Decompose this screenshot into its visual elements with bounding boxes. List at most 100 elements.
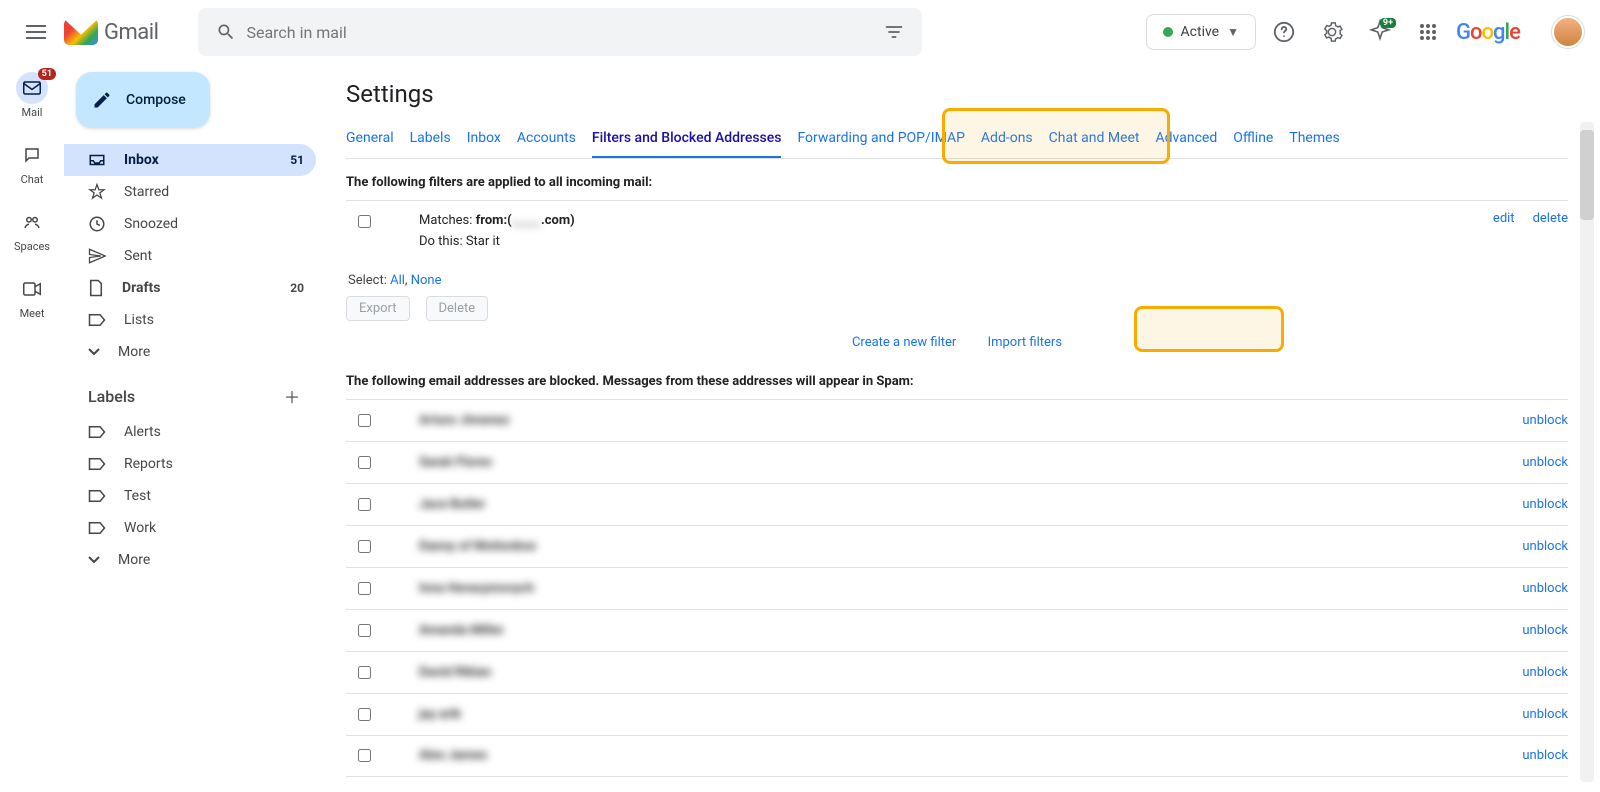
gmail-logo[interactable]: Gmail	[64, 19, 158, 45]
gmail-m-icon	[64, 19, 98, 45]
mail-icon: 51	[16, 72, 48, 104]
rail-chat-label: Chat	[21, 173, 44, 186]
label-more[interactable]: More	[64, 544, 316, 576]
labels-header: Labels ＋	[64, 368, 328, 416]
unblock-link[interactable]: unblock	[1522, 539, 1568, 554]
create-filter-link[interactable]: Create a new filter	[852, 335, 956, 350]
gemini-icon[interactable]: 9+	[1360, 12, 1400, 52]
nav-label: Starred	[124, 184, 169, 200]
unblock-link[interactable]: unblock	[1522, 623, 1568, 638]
filter-checkbox[interactable]	[358, 215, 371, 228]
search-bar[interactable]	[198, 8, 922, 56]
filter-delete-link[interactable]: delete	[1533, 211, 1568, 226]
nav-snoozed[interactable]: Snoozed	[64, 208, 316, 240]
add-label-icon[interactable]: ＋	[280, 384, 304, 408]
label-reports[interactable]: Reports	[64, 448, 316, 480]
tab-inbox[interactable]: Inbox	[467, 120, 501, 158]
rail-chat[interactable]: Chat	[4, 139, 60, 186]
settings-gear-icon[interactable]	[1312, 12, 1352, 52]
app-launcher-icon[interactable]	[1408, 12, 1448, 52]
unblock-link[interactable]: unblock	[1522, 413, 1568, 428]
tab-forwarding-and-pop-imap[interactable]: Forwarding and POP/IMAP	[797, 120, 964, 158]
tab-offline[interactable]: Offline	[1233, 120, 1273, 158]
unblock-link[interactable]: unblock	[1522, 497, 1568, 512]
draft-icon	[88, 279, 104, 297]
label-work[interactable]: Work	[64, 512, 316, 544]
blocked-name: David Riklan	[419, 665, 491, 680]
tab-add-ons[interactable]: Add-ons	[981, 120, 1033, 158]
tab-filters-and-blocked-addresses[interactable]: Filters and Blocked Addresses	[592, 120, 782, 158]
label-alerts[interactable]: Alerts	[64, 416, 316, 448]
search-input[interactable]	[246, 23, 874, 42]
support-icon[interactable]	[1264, 12, 1304, 52]
label-text: Alerts	[124, 424, 161, 440]
nav-label: Drafts	[122, 280, 160, 296]
select-none-link[interactable]: None	[411, 273, 442, 288]
unblock-link[interactable]: unblock	[1522, 665, 1568, 680]
delete-button[interactable]: Delete	[426, 296, 489, 321]
blocked-checkbox[interactable]	[358, 498, 371, 511]
rail-mail[interactable]: 51 Mail	[4, 72, 60, 119]
tab-chat-and-meet[interactable]: Chat and Meet	[1049, 120, 1140, 158]
account-avatar[interactable]	[1552, 16, 1584, 48]
unblock-link[interactable]: unblock	[1522, 748, 1568, 763]
nav-more[interactable]: More	[64, 336, 316, 368]
blocked-name: Jace Butler	[419, 497, 485, 512]
blocked-row: Alex James unblock	[346, 735, 1568, 777]
hamburger-menu-icon[interactable]	[12, 8, 60, 56]
filter-edit-link[interactable]: edit	[1493, 211, 1515, 226]
label-icon	[88, 313, 106, 327]
status-chip[interactable]: Active ▼	[1146, 14, 1256, 50]
clock-icon	[88, 215, 106, 233]
label-icon	[88, 457, 106, 471]
tab-advanced[interactable]: Advanced	[1156, 120, 1218, 158]
blocked-checkbox[interactable]	[358, 540, 371, 553]
blocked-row: Amanda Miller unblock	[346, 609, 1568, 651]
pencil-icon	[92, 90, 112, 110]
blocked-row: jay arik unblock	[346, 693, 1568, 735]
search-options-icon[interactable]	[874, 12, 914, 52]
blocked-checkbox[interactable]	[358, 624, 371, 637]
blocked-row: Sarah Flores unblock	[346, 441, 1568, 483]
google-wordmark: Google	[1456, 20, 1520, 45]
nav-drafts[interactable]: Drafts 20	[64, 272, 316, 304]
blocked-row: Inna Herasymovych unblock	[346, 567, 1568, 609]
tab-labels[interactable]: Labels	[410, 120, 451, 158]
search-icon[interactable]	[206, 12, 246, 52]
blocked-checkbox[interactable]	[358, 749, 371, 762]
settings-title: Settings	[346, 80, 1568, 108]
scrollbar-thumb[interactable]	[1580, 130, 1594, 220]
unblock-link[interactable]: unblock	[1522, 581, 1568, 596]
export-button[interactable]: Export	[346, 296, 410, 321]
blocked-name: Amanda Miller	[419, 623, 504, 638]
unblock-link[interactable]: unblock	[1522, 707, 1568, 722]
tab-general[interactable]: General	[346, 120, 394, 158]
app-rail: 51 Mail Chat Spaces Meet	[0, 64, 64, 792]
label-test[interactable]: Test	[64, 480, 316, 512]
unblock-link[interactable]: unblock	[1522, 455, 1568, 470]
blocked-checkbox[interactable]	[358, 582, 371, 595]
rail-meet-label: Meet	[20, 307, 45, 320]
status-label: Active	[1181, 24, 1220, 40]
scrollbar-track[interactable]	[1580, 122, 1594, 782]
nav-inbox[interactable]: Inbox51	[64, 144, 316, 176]
nav-count: 20	[290, 281, 304, 295]
rail-meet[interactable]: Meet	[4, 273, 60, 320]
nav-sent[interactable]: Sent	[64, 240, 316, 272]
import-filters-link[interactable]: Import filters	[988, 335, 1062, 350]
nav-starred[interactable]: Starred	[64, 176, 316, 208]
tab-accounts[interactable]: Accounts	[517, 120, 576, 158]
label-text: Work	[124, 520, 156, 536]
filter-center-actions: Create a new filter Import filters	[346, 335, 1568, 350]
tab-themes[interactable]: Themes	[1289, 120, 1339, 158]
blocked-checkbox[interactable]	[358, 666, 371, 679]
select-all-link[interactable]: All	[390, 273, 405, 288]
blocked-checkbox[interactable]	[358, 456, 371, 469]
blocked-name: Danny of Motionbox	[419, 539, 536, 554]
rail-spaces[interactable]: Spaces	[4, 206, 60, 253]
blocked-checkbox[interactable]	[358, 414, 371, 427]
blocked-checkbox[interactable]	[358, 708, 371, 721]
nav-label: Lists	[124, 312, 154, 328]
nav-lists[interactable]: Lists	[64, 304, 316, 336]
compose-button[interactable]: Compose	[76, 72, 210, 128]
